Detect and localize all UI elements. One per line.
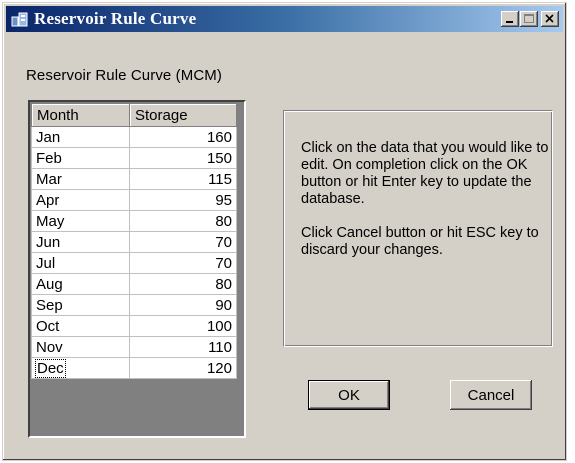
window-title: Reservoir Rule Curve [34, 9, 197, 28]
month-cell[interactable]: Apr [31, 189, 130, 211]
table-row: Nov 110 [31, 336, 237, 358]
table-row: Oct 100 [31, 315, 237, 337]
app-icon [11, 11, 29, 27]
table-row: Aug 80 [31, 273, 237, 295]
table-row: Jan 160 [31, 126, 237, 148]
storage-cell[interactable]: 110 [129, 336, 237, 358]
month-cell[interactable]: Nov [31, 336, 130, 358]
window-controls [500, 11, 559, 27]
table-row: Jul 70 [31, 252, 237, 274]
minimize-button[interactable] [501, 11, 519, 27]
month-cell[interactable]: Jun [31, 231, 130, 253]
month-cell[interactable]: Sep [31, 294, 130, 316]
storage-cell[interactable]: 70 [129, 252, 237, 274]
month-cell[interactable]: Oct [31, 315, 130, 337]
storage-cell[interactable]: 90 [129, 294, 237, 316]
storage-cell[interactable]: 160 [129, 126, 237, 148]
cancel-button[interactable]: Cancel [450, 380, 532, 410]
instructions-paragraph-edit: Click on the data that you would like to… [301, 140, 549, 207]
grid-caption: Reservoir Rule Curve (MCM) [26, 67, 222, 84]
column-header-month[interactable]: Month [31, 103, 130, 127]
instructions-text: Click on the data that you would like to… [301, 140, 549, 276]
dialog-window: Reservoir Rule Curve Reservoir Rule Curv… [2, 2, 567, 461]
storage-cell[interactable]: 150 [129, 147, 237, 169]
month-cell[interactable]: Jul [31, 252, 130, 274]
storage-cell[interactable]: 95 [129, 189, 237, 211]
table-row: Mar 115 [31, 168, 237, 190]
table-row: Apr 95 [31, 189, 237, 211]
title-bar[interactable]: Reservoir Rule Curve [6, 6, 563, 32]
data-grid[interactable]: Month Storage Jan 160 Feb 150 Mar 115 Apr 95… [28, 100, 246, 438]
ok-button[interactable]: OK [308, 380, 390, 410]
close-button[interactable] [541, 11, 559, 27]
maximize-button[interactable] [520, 11, 538, 27]
instructions-panel: Click on the data that you would like to… [283, 110, 553, 347]
focused-cell-text: Dec [35, 358, 66, 378]
grid-header-row: Month Storage [31, 103, 237, 127]
table-row: Jun 70 [31, 231, 237, 253]
rule-curve-table: Month Storage Jan 160 Feb 150 Mar 115 Apr 95… [31, 103, 237, 379]
column-header-storage[interactable]: Storage [129, 103, 237, 127]
month-cell[interactable]: Feb [31, 147, 130, 169]
storage-cell[interactable]: 70 [129, 231, 237, 253]
storage-cell[interactable]: 120 [129, 357, 237, 379]
storage-cell[interactable]: 80 [129, 273, 237, 295]
instructions-paragraph-cancel: Click Cancel button or hit ESC key to di… [301, 225, 539, 258]
close-icon [545, 14, 554, 23]
month-cell[interactable]: Aug [31, 273, 130, 295]
table-row: Sep 90 [31, 294, 237, 316]
storage-cell[interactable]: 100 [129, 315, 237, 337]
month-cell[interactable]: May [31, 210, 130, 232]
table-row: May 80 [31, 210, 237, 232]
storage-cell[interactable]: 115 [129, 168, 237, 190]
month-cell[interactable]: Jan [31, 126, 130, 148]
minimize-icon [506, 21, 513, 23]
month-cell[interactable]: Mar [31, 168, 130, 190]
storage-cell[interactable]: 80 [129, 210, 237, 232]
table-row: Dec 120 [31, 357, 237, 379]
table-row: Feb 150 [31, 147, 237, 169]
month-cell-focused[interactable]: Dec [31, 357, 130, 379]
maximize-icon [524, 14, 534, 23]
